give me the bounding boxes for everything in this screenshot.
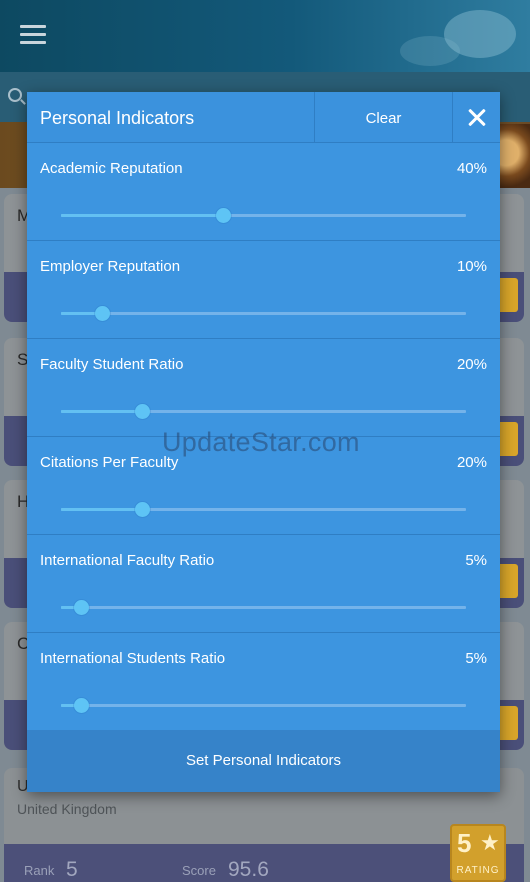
indicator-value: 5% <box>465 552 487 569</box>
rank-label: Rank <box>24 863 55 878</box>
indicator-value: 5% <box>465 650 487 667</box>
rating-label: RATING <box>456 865 500 876</box>
slider-thumb[interactable] <box>74 698 90 713</box>
clear-button[interactable]: Clear <box>315 92 452 143</box>
menu-icon[interactable] <box>20 25 46 45</box>
indicator-label: Citations Per Faculty <box>40 454 179 471</box>
score-value: 95.6 <box>228 858 269 881</box>
list-item-country: United Kingdom <box>17 801 117 817</box>
indicator-value: 20% <box>456 454 487 471</box>
slider-thumb[interactable] <box>74 600 90 615</box>
indicator-slider[interactable] <box>61 399 466 425</box>
watermark: UpdateStar.com <box>162 427 360 457</box>
score-label: Score <box>182 863 216 878</box>
slider-thumb[interactable] <box>135 404 150 419</box>
indicator-value: 40% <box>456 160 487 177</box>
indicator-value: 20% <box>456 356 487 373</box>
indicator-row: International Faculty Ratio 5% <box>27 535 500 633</box>
indicator-label: Academic Reputation <box>40 160 183 177</box>
indicator-row: Employer Reputation 10% <box>27 241 500 339</box>
search-icon[interactable] <box>8 88 22 102</box>
dialog-title: Personal Indicators <box>40 108 195 128</box>
indicator-row: Academic Reputation 40% <box>27 143 500 241</box>
indicator-value: 10% <box>456 258 487 275</box>
slider-thumb[interactable] <box>135 502 150 517</box>
indicator-label: Faculty Student Ratio <box>40 356 184 373</box>
rating-badge: 5 ★ RATING <box>450 824 506 882</box>
indicator-row: International Students Ratio 5% <box>27 633 500 731</box>
app-bar <box>0 0 530 72</box>
header-decoration <box>444 10 516 58</box>
indicator-slider[interactable] <box>61 595 466 621</box>
dialog-header: Personal Indicators Clear <box>27 92 500 143</box>
star-icon: ★ <box>480 830 500 855</box>
indicator-slider[interactable] <box>61 301 466 327</box>
slider-thumb[interactable] <box>94 306 110 321</box>
indicator-slider[interactable] <box>61 693 466 719</box>
rating-number: 5 <box>457 828 472 858</box>
slider-thumb[interactable] <box>216 208 231 223</box>
indicator-row: Faculty Student Ratio 20% <box>27 339 500 437</box>
indicator-slider[interactable] <box>61 203 466 229</box>
rank-value: 5 <box>66 858 78 881</box>
close-icon[interactable] <box>453 92 500 143</box>
indicator-label: International Students Ratio <box>40 650 226 667</box>
indicator-slider[interactable] <box>61 497 466 523</box>
set-personal-indicators-button[interactable]: Set Personal Indicators <box>27 730 500 792</box>
indicator-label: International Faculty Ratio <box>40 552 215 569</box>
indicator-label: Employer Reputation <box>40 258 181 275</box>
